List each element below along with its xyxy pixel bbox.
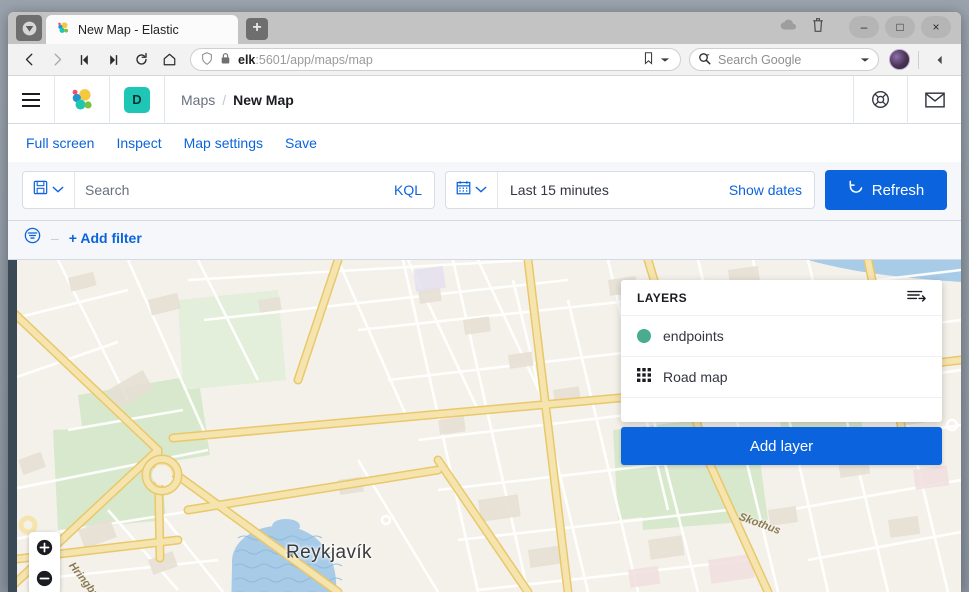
news-feed-icon[interactable]	[907, 75, 961, 124]
layer-name: endpoints	[663, 328, 724, 344]
kibana-header: D Maps / New Map	[8, 75, 961, 124]
browser-tab-title: New Map - Elastic	[78, 22, 179, 37]
home-icon[interactable]	[156, 47, 182, 73]
layer-row[interactable]: Road map	[621, 357, 942, 398]
avatar[interactable]	[889, 49, 910, 70]
search-placeholder-text: Search Google	[718, 52, 802, 67]
filter-bar: – + Add filter	[8, 221, 961, 260]
add-layer-button[interactable]: Add layer	[621, 427, 942, 465]
breadcrumb: Maps / New Map	[165, 92, 294, 108]
zoom-control-group	[29, 532, 60, 592]
browser-window: New Map - Elastic + – □ × elk:5601/app/m…	[8, 12, 961, 592]
browser-address-bar: elk:5601/app/maps/map Search Google	[8, 44, 961, 76]
google-search-icon	[698, 52, 711, 68]
window-close-button[interactable]: ×	[921, 16, 951, 38]
breadcrumb-parent[interactable]: Maps	[181, 92, 215, 108]
space-selector-button[interactable]: D	[110, 75, 165, 124]
reload-icon[interactable]	[128, 47, 154, 73]
browser-tab-strip: New Map - Elastic + – □ ×	[8, 12, 961, 44]
kibana-header-actions	[853, 75, 961, 124]
panel-collapse-icon[interactable]	[927, 47, 953, 73]
chevron-down-icon[interactable]	[860, 53, 870, 67]
time-range-value[interactable]: Last 15 minutes	[498, 182, 729, 198]
maps-action-toolbar: Full screen Inspect Map settings Save	[8, 124, 961, 162]
map-controls	[29, 532, 60, 592]
chevron-down-icon[interactable]	[660, 53, 670, 67]
back-arrow-icon[interactable]	[16, 47, 42, 73]
padlock-icon	[220, 52, 231, 68]
window-maximize-button[interactable]: □	[885, 16, 915, 38]
zoom-out-button[interactable]	[29, 563, 60, 592]
url-bar[interactable]: elk:5601/app/maps/map	[190, 48, 681, 71]
inspect-button[interactable]: Inspect	[116, 135, 161, 151]
time-picker: Last 15 minutes Show dates	[445, 171, 815, 209]
saved-query-menu-button[interactable]	[23, 172, 75, 208]
save-button[interactable]: Save	[285, 135, 317, 151]
kibana-nav-rail	[8, 260, 17, 592]
space-badge: D	[124, 86, 150, 113]
refresh-icon	[848, 180, 864, 200]
city-label: Reykjavík	[286, 542, 372, 563]
desktop-background: New Map - Elastic + – □ × elk:5601/app/m…	[0, 0, 969, 592]
bookmark-icon[interactable]	[643, 51, 654, 68]
forward-arrow-icon[interactable]	[44, 47, 70, 73]
help-icon[interactable]	[853, 75, 907, 124]
new-tab-button[interactable]: +	[246, 18, 268, 40]
layers-panel: LAYERS endpoints Road map Add layer	[621, 280, 942, 465]
query-bar-row: KQL Last 15 minutes Show dates	[22, 170, 947, 210]
layers-title: LAYERS	[637, 290, 687, 305]
layers-header: LAYERS	[621, 280, 942, 316]
filter-funnel-icon[interactable]	[24, 227, 41, 249]
circle-swatch-icon	[637, 329, 651, 343]
url-text: elk:5601/app/maps/map	[238, 53, 373, 67]
vivaldi-logo-icon[interactable]	[16, 15, 42, 41]
hamburger-menu-icon	[22, 92, 40, 107]
url-bar-actions	[643, 51, 670, 68]
show-dates-button[interactable]: Show dates	[729, 182, 814, 198]
map-container[interactable]: Hringbraut Hringbraut Suðurgata Njárðarg…	[8, 260, 961, 592]
layer-row[interactable]: endpoints	[621, 316, 942, 357]
grid-tiles-icon	[637, 367, 651, 387]
breadcrumb-separator: /	[222, 91, 227, 108]
save-disk-icon	[33, 180, 48, 200]
window-minimize-button[interactable]: –	[849, 16, 879, 38]
add-filter-button[interactable]: + Add filter	[69, 230, 142, 246]
layers-card: LAYERS endpoints Road map	[621, 280, 942, 422]
url-host: elk	[238, 52, 256, 67]
browser-tab[interactable]: New Map - Elastic	[46, 15, 238, 44]
chevron-down-icon	[475, 181, 487, 199]
refresh-button-label: Refresh	[871, 181, 925, 199]
chevron-down-icon	[52, 181, 64, 199]
tabstrip-right-cluster: – □ ×	[780, 16, 961, 44]
layer-sort-icon[interactable]	[907, 288, 926, 307]
calendar-icon	[456, 180, 471, 200]
layer-name: Road map	[663, 369, 728, 385]
refresh-button[interactable]: Refresh	[825, 170, 947, 210]
kibana-favicon-icon	[56, 21, 70, 38]
query-language-button[interactable]: KQL	[394, 182, 434, 198]
window-controls: – □ ×	[849, 16, 951, 38]
map-settings-button[interactable]: Map settings	[184, 135, 263, 151]
cloud-sync-icon[interactable]	[780, 18, 797, 36]
filter-separator: –	[51, 230, 59, 246]
url-path: :5601/app/maps/map	[255, 52, 373, 67]
breadcrumb-current: New Map	[233, 91, 294, 108]
full-screen-button[interactable]: Full screen	[26, 135, 94, 151]
divider	[918, 50, 919, 69]
elastic-kibana-logo-icon[interactable]	[55, 75, 110, 124]
time-quick-select-button[interactable]	[446, 172, 498, 208]
search-input[interactable]: Search Google	[689, 48, 879, 71]
query-bar-container: KQL Last 15 minutes Show dates	[8, 162, 961, 221]
layers-footer	[621, 398, 942, 422]
search-query-bar: KQL	[22, 171, 435, 209]
kibana-menu-button[interactable]	[8, 75, 55, 124]
rewind-icon[interactable]	[72, 47, 98, 73]
shield-icon[interactable]	[201, 51, 213, 68]
trash-icon[interactable]	[811, 17, 825, 38]
search-input[interactable]	[75, 182, 394, 198]
zoom-in-button[interactable]	[29, 532, 60, 563]
fastforward-icon[interactable]	[100, 47, 126, 73]
